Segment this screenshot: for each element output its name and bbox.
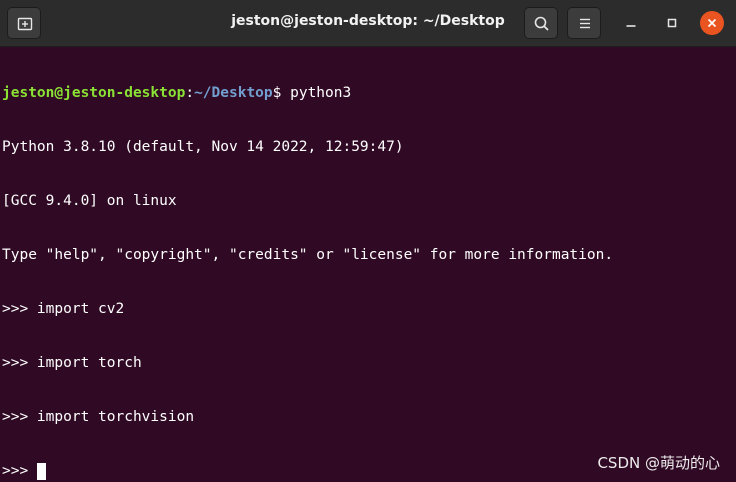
shell-command: python3 bbox=[290, 85, 352, 101]
repl-line: >>> import cv2 bbox=[2, 301, 125, 317]
prompt-colon: : bbox=[185, 85, 195, 101]
minimize-button[interactable] bbox=[619, 11, 643, 35]
prompt-user-host: jeston@jeston-desktop bbox=[2, 85, 186, 101]
csdn-watermark: CSDN @萌动的心 bbox=[597, 454, 720, 472]
prompt-symbol: $ bbox=[272, 85, 291, 101]
search-icon bbox=[534, 16, 549, 31]
new-tab-button[interactable] bbox=[7, 7, 41, 39]
window-title: jeston@jeston-desktop: ~/Desktop bbox=[231, 13, 505, 29]
shell-prompt-line: jeston@jeston-desktop:~/Desktop$ python3 bbox=[2, 84, 722, 102]
new-tab-icon bbox=[17, 17, 33, 31]
gcc-info-line: [GCC 9.4.0] on linux bbox=[2, 193, 177, 209]
title-bar[interactable]: jeston@jeston-desktop: ~/Desktop bbox=[0, 0, 736, 47]
python-version-line: Python 3.8.10 (default, Nov 14 2022, 12:… bbox=[2, 139, 404, 155]
prompt-path: ~/Desktop bbox=[194, 85, 273, 101]
repl-line: >>> import torch bbox=[2, 355, 142, 371]
minimize-icon bbox=[626, 25, 636, 27]
maximize-icon bbox=[667, 18, 677, 28]
terminal-window: jeston@jeston-desktop: ~/Desktop jeston@… bbox=[0, 0, 736, 482]
close-button[interactable] bbox=[700, 11, 724, 35]
repl-line: >>> import torchvision bbox=[2, 409, 195, 425]
repl-prompt: >>> bbox=[2, 463, 37, 479]
text-cursor bbox=[36, 463, 46, 480]
terminal-scrollbar[interactable] bbox=[728, 48, 734, 478]
hamburger-menu-icon bbox=[580, 18, 590, 29]
menu-button[interactable] bbox=[567, 7, 601, 39]
maximize-button[interactable] bbox=[660, 11, 684, 35]
search-button[interactable] bbox=[524, 7, 558, 39]
help-info-line: Type "help", "copyright", "credits" or "… bbox=[2, 247, 614, 263]
close-icon bbox=[707, 18, 717, 28]
terminal-output[interactable]: jeston@jeston-desktop:~/Desktop$ python3… bbox=[2, 48, 722, 480]
